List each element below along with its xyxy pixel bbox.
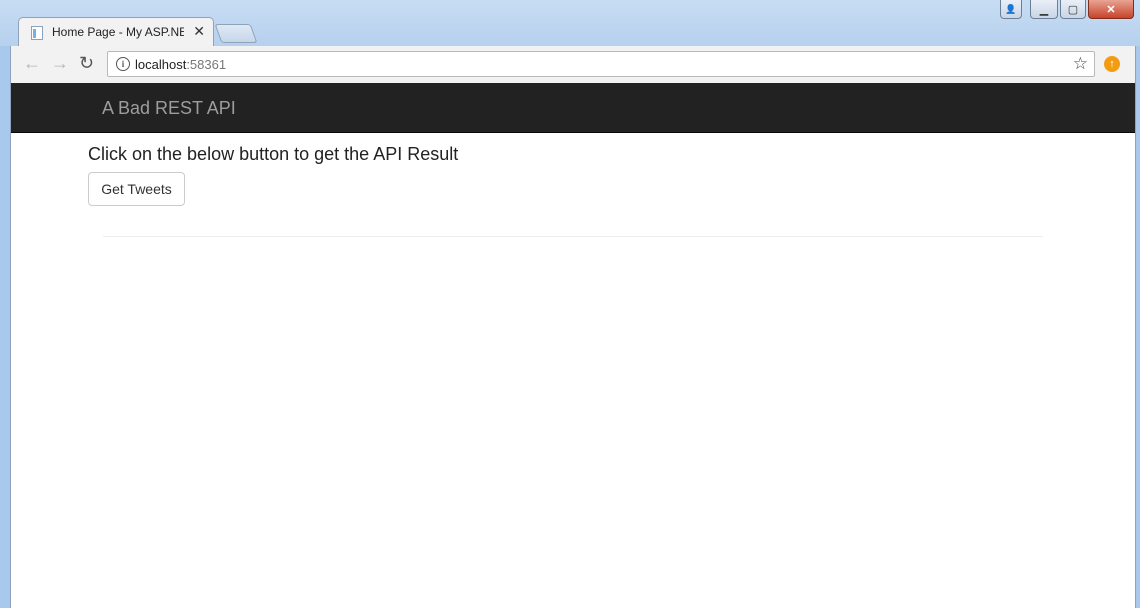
- minimize-icon: ▁: [1039, 3, 1049, 16]
- info-icon[interactable]: i: [116, 57, 130, 71]
- back-button[interactable]: ←: [23, 53, 41, 74]
- tab-close-button[interactable]: ✕: [193, 23, 205, 40]
- instruction-text: Click on the below button to get the API…: [88, 144, 459, 164]
- divider: [103, 236, 1043, 237]
- window-titlebar: 👤 ▁ ▢ ✕ Home Page - My ASP.NE ✕: [0, 0, 1140, 46]
- window-controls: 👤 ▁ ▢ ✕: [1000, 0, 1134, 19]
- window-side-border: [0, 83, 10, 608]
- page-viewport: A Bad REST API Click on the below button…: [10, 83, 1136, 608]
- browser-toolbar: ← → ↻ i localhost:58361 ☆ ↑: [10, 46, 1136, 83]
- address-bar[interactable]: i localhost:58361 ☆: [107, 51, 1095, 77]
- url-port: :58361: [186, 57, 227, 72]
- tab-title: Home Page - My ASP.NE: [52, 25, 184, 39]
- maximize-icon: ▢: [1067, 3, 1079, 16]
- user-profile-button[interactable]: 👤: [1000, 0, 1022, 19]
- navbar-brand-link[interactable]: A Bad REST API: [102, 98, 236, 119]
- url-text[interactable]: localhost:58361: [135, 57, 226, 72]
- bookmark-star-button[interactable]: ☆: [1073, 54, 1088, 74]
- user-icon: 👤: [1005, 3, 1017, 14]
- site-navbar: A Bad REST API: [11, 83, 1135, 133]
- new-tab-button[interactable]: [214, 24, 258, 43]
- maximize-button[interactable]: ▢: [1060, 0, 1086, 19]
- close-icon: ✕: [1106, 3, 1116, 16]
- forward-button[interactable]: →: [51, 53, 69, 74]
- update-icon[interactable]: ↑: [1104, 56, 1120, 72]
- minimize-button[interactable]: ▁: [1030, 0, 1058, 19]
- page-icon: [31, 26, 43, 40]
- window-close-button[interactable]: ✕: [1088, 0, 1134, 19]
- get-tweets-button[interactable]: Get Tweets: [88, 172, 185, 206]
- url-host: localhost: [135, 57, 187, 72]
- reload-button[interactable]: ↻: [79, 53, 94, 74]
- browser-tab[interactable]: Home Page - My ASP.NE ✕: [18, 17, 214, 46]
